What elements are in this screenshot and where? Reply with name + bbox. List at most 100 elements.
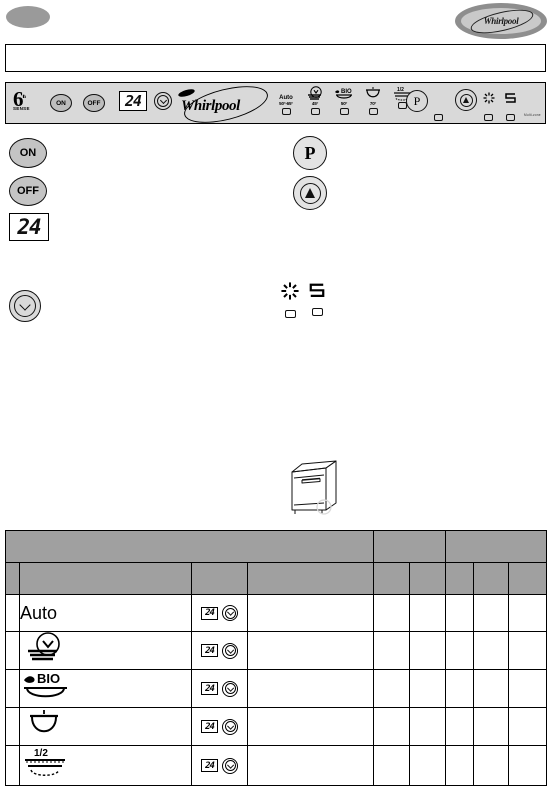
option-delay-clock-icon	[222, 642, 238, 659]
row-index-cell	[5, 631, 20, 670]
row-c4	[473, 745, 509, 786]
panel-program-intensive[interactable]: 70°	[359, 86, 387, 115]
panel-start-button[interactable]	[455, 89, 477, 111]
panel-program-intensive-temp: 70°	[369, 101, 377, 106]
row-c5	[507, 707, 548, 746]
program-table: Auto 24 24 BIO 24 24 1/2 24	[5, 530, 548, 786]
panel-countdown-display: 24	[119, 91, 147, 111]
panel-off-label: OFF	[87, 99, 101, 107]
row-index-cell	[5, 745, 20, 786]
panel-micro-note: Multi-zone	[524, 113, 541, 117]
row-c1	[373, 669, 410, 708]
legend-off-button[interactable]: OFF	[9, 176, 47, 206]
panel-program-rapid-temp: 45°	[311, 101, 319, 106]
pot-intensive-icon	[359, 86, 387, 101]
row-c4	[473, 594, 509, 632]
bio-plate-icon: BIO	[330, 86, 358, 101]
panel-led-rinse-aid	[506, 114, 515, 121]
gray-oval-mark	[6, 6, 50, 28]
row-index-cell	[5, 594, 20, 632]
panel-whirlpool-logo: Whirlpool	[174, 79, 274, 130]
panel-program-bio[interactable]: BIO 50°	[330, 86, 358, 115]
rapid-plate-icon	[301, 86, 329, 101]
option-display-icon: 24	[201, 759, 218, 772]
panel-program-bio-temp: 50°	[340, 101, 348, 106]
panel-led-half-load	[397, 102, 407, 109]
panel-off-button[interactable]: OFF	[83, 94, 105, 112]
row-program-cell: Auto	[19, 594, 192, 632]
panel-led-salt	[484, 114, 493, 121]
option-display-icon: 24	[201, 720, 218, 733]
title-band	[5, 44, 546, 72]
subheader-program	[19, 562, 192, 595]
panel-logo-text: Whirlpool	[181, 98, 240, 114]
table-row: 24	[5, 631, 548, 670]
row-c3	[445, 594, 474, 632]
row-program-cell	[19, 707, 192, 746]
legend-on-label: ON	[19, 147, 37, 159]
svg-text:BIO: BIO	[37, 671, 60, 686]
row-options-cell: 24	[191, 594, 248, 632]
pot-intensive-icon	[30, 710, 58, 733]
row-c1	[373, 745, 410, 786]
row-description-cell	[247, 707, 374, 746]
subheader-c5	[507, 562, 548, 595]
table-row: BIO 24	[5, 669, 548, 708]
row-c4	[473, 707, 509, 746]
svg-text:1/2: 1/2	[34, 748, 48, 759]
svg-text:BIO: BIO	[341, 89, 352, 95]
header-group-middle	[373, 530, 446, 563]
row-description-cell	[247, 669, 374, 708]
legend-on-button[interactable]: ON	[9, 138, 47, 168]
row-c1	[373, 631, 410, 670]
option-display-icon: 24	[201, 606, 218, 620]
row-c4	[473, 631, 509, 670]
panel-on-label: ON	[56, 99, 66, 107]
row-c4	[473, 669, 509, 708]
row-options-cell: 24	[191, 669, 248, 708]
panel-program-select-button[interactable]: P	[406, 90, 428, 112]
header-group-programs	[5, 530, 374, 563]
panel-led-auto	[281, 108, 291, 115]
table-header-row-1	[5, 530, 548, 563]
legend-program-button[interactable]: P	[293, 136, 327, 170]
legend-rinse-aid-indicator	[308, 282, 326, 316]
row-description-cell	[247, 631, 374, 670]
row-c2	[409, 707, 446, 746]
row-c2	[409, 594, 446, 632]
bio-plate-icon: BIO	[24, 671, 67, 698]
row-c2	[409, 669, 446, 708]
sixth-sense-superscript: th	[22, 95, 27, 100]
option-delay-clock-icon	[222, 757, 238, 774]
subheader-description	[247, 562, 374, 595]
row-c3	[445, 669, 474, 708]
subheader-options	[191, 562, 248, 595]
panel-program-auto[interactable]: Auto 50°-65°	[272, 86, 300, 115]
panel-program-select-label: P	[413, 93, 421, 108]
panel-led-bio	[339, 108, 349, 115]
panel-program-rapid[interactable]: 45°	[301, 86, 329, 115]
option-display-icon: 24	[201, 682, 218, 695]
table-row: Auto 24	[5, 594, 548, 632]
table-header-row-2	[5, 562, 548, 595]
panel-on-button[interactable]: ON	[50, 94, 72, 112]
option-delay-clock-icon	[222, 680, 238, 697]
legend-salt-indicator	[280, 281, 300, 318]
panel-led-intensive	[368, 108, 378, 115]
rapid-plate-icon	[28, 632, 60, 661]
legend-led-salt	[284, 310, 296, 318]
subheader-c3	[445, 562, 474, 595]
subheader-c2	[409, 562, 446, 595]
legend-start-button[interactable]	[293, 176, 327, 210]
row-program-cell: 1/2	[19, 745, 192, 786]
salt-star-icon	[482, 91, 496, 110]
panel-delay-start-button[interactable]	[154, 92, 172, 110]
panel-display-value: 24	[124, 92, 142, 110]
row-c1	[373, 594, 410, 632]
legend-delay-start-button[interactable]	[9, 290, 41, 322]
row-description-cell	[247, 745, 374, 786]
row-options-cell: 24	[191, 745, 248, 786]
row-c5	[507, 594, 548, 632]
row-index-cell	[5, 707, 20, 746]
legend-off-label: OFF	[17, 185, 39, 197]
